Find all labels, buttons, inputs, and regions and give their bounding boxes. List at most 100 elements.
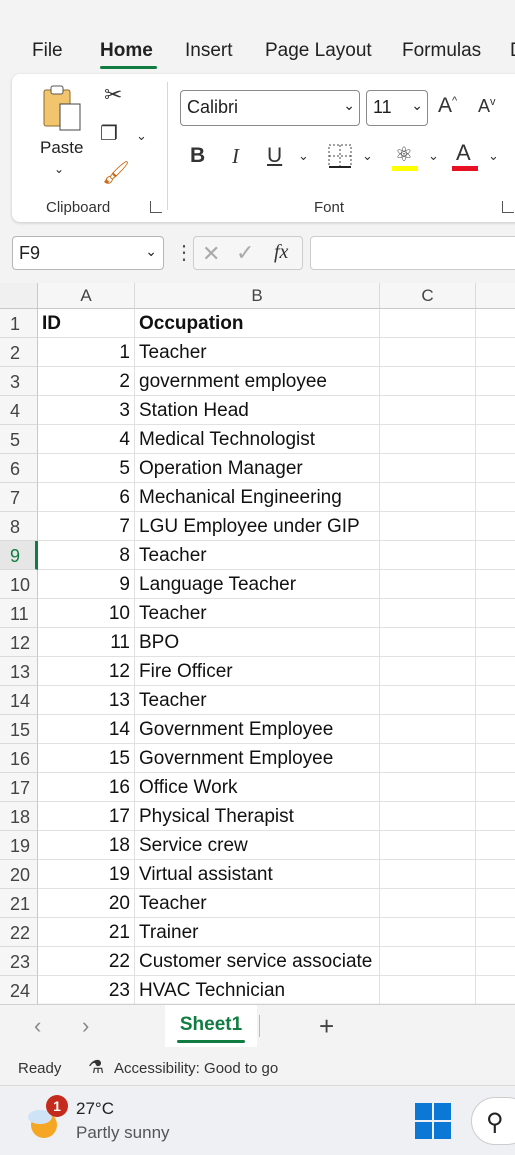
cell-a[interactable]: 16 bbox=[38, 773, 135, 802]
row-header[interactable]: 7 bbox=[0, 483, 38, 512]
cell-b[interactable]: government employee bbox=[135, 367, 380, 396]
font-launcher-icon[interactable] bbox=[502, 201, 514, 213]
cell-a[interactable]: 6 bbox=[38, 483, 135, 512]
row-header[interactable]: 14 bbox=[0, 686, 38, 715]
cell-a[interactable]: 15 bbox=[38, 744, 135, 773]
row-header[interactable]: 13 bbox=[0, 657, 38, 686]
cell-a[interactable]: 11 bbox=[38, 628, 135, 657]
paste-button[interactable]: Paste ⌄ bbox=[38, 84, 84, 184]
enter-icon[interactable]: ✓ bbox=[236, 240, 254, 266]
tab-home[interactable]: Home bbox=[100, 40, 153, 62]
row-header[interactable]: 18 bbox=[0, 802, 38, 831]
cell-a[interactable]: 2 bbox=[38, 367, 135, 396]
cell-d[interactable] bbox=[476, 425, 515, 454]
cell-c[interactable] bbox=[380, 976, 476, 1005]
cell-d[interactable] bbox=[476, 773, 515, 802]
cell-b[interactable]: Office Work bbox=[135, 773, 380, 802]
cell-a[interactable]: 18 bbox=[38, 831, 135, 860]
copy-dropdown-icon[interactable]: ⌄ bbox=[136, 128, 147, 144]
cell-c[interactable] bbox=[380, 657, 476, 686]
cell-b[interactable]: LGU Employee under GIP bbox=[135, 512, 380, 541]
cell-a[interactable]: 7 bbox=[38, 512, 135, 541]
sheet-tab[interactable]: Sheet1 bbox=[165, 1005, 257, 1047]
underline-button[interactable]: U bbox=[267, 144, 282, 168]
row-header[interactable]: 16 bbox=[0, 744, 38, 773]
cell-c[interactable] bbox=[380, 744, 476, 773]
cell-c[interactable] bbox=[380, 309, 476, 338]
cell-b[interactable]: Occupation bbox=[135, 309, 380, 338]
cell-c[interactable] bbox=[380, 425, 476, 454]
row-header[interactable]: 11 bbox=[0, 599, 38, 628]
cell-a[interactable]: 22 bbox=[38, 947, 135, 976]
cell-c[interactable] bbox=[380, 918, 476, 947]
copy-icon[interactable]: ❐ bbox=[100, 124, 118, 144]
row-header[interactable]: 5 bbox=[0, 425, 38, 454]
windows-start-icon[interactable] bbox=[415, 1103, 451, 1139]
cell-d[interactable] bbox=[476, 918, 515, 947]
row-header[interactable]: 17 bbox=[0, 773, 38, 802]
cell-b[interactable]: Government Employee bbox=[135, 715, 380, 744]
cell-c[interactable] bbox=[380, 599, 476, 628]
cell-d[interactable] bbox=[476, 976, 515, 1005]
cell-b[interactable]: Station Head bbox=[135, 396, 380, 425]
row-header[interactable]: 24 bbox=[0, 976, 38, 1005]
fill-color-dropdown-icon[interactable]: ⌄ bbox=[428, 148, 439, 164]
row-header[interactable]: 15 bbox=[0, 715, 38, 744]
accessibility-icon[interactable]: ⚗ bbox=[88, 1057, 104, 1078]
cell-b[interactable]: Teacher bbox=[135, 338, 380, 367]
font-size-select[interactable]: 11 ⌄ bbox=[366, 90, 428, 126]
tab-file[interactable]: File bbox=[32, 40, 63, 62]
bold-button[interactable]: B bbox=[190, 144, 205, 168]
cell-d[interactable] bbox=[476, 947, 515, 976]
cell-a[interactable]: 12 bbox=[38, 657, 135, 686]
cell-d[interactable] bbox=[476, 802, 515, 831]
cell-b[interactable]: Fire Officer bbox=[135, 657, 380, 686]
prev-sheet-icon[interactable]: ‹ bbox=[34, 1013, 41, 1039]
cell-a[interactable]: 9 bbox=[38, 570, 135, 599]
font-color-button[interactable]: A bbox=[452, 140, 478, 172]
cell-d[interactable] bbox=[476, 454, 515, 483]
cell-d[interactable] bbox=[476, 686, 515, 715]
cell-b[interactable]: Trainer bbox=[135, 918, 380, 947]
cell-c[interactable] bbox=[380, 686, 476, 715]
cell-d[interactable] bbox=[476, 309, 515, 338]
cell-b[interactable]: Teacher bbox=[135, 541, 380, 570]
row-header[interactable]: 12 bbox=[0, 628, 38, 657]
cell-d[interactable] bbox=[476, 657, 515, 686]
cell-d[interactable] bbox=[476, 715, 515, 744]
column-header-c[interactable]: C bbox=[380, 283, 476, 309]
insert-function-icon[interactable]: fx bbox=[274, 241, 288, 264]
cell-b[interactable]: Teacher bbox=[135, 599, 380, 628]
weather-widget[interactable]: 1 27°C Partly sunny bbox=[26, 1095, 206, 1147]
clipboard-launcher-icon[interactable] bbox=[150, 201, 162, 213]
shrink-font-button[interactable]: Av bbox=[478, 96, 496, 117]
cell-c[interactable] bbox=[380, 773, 476, 802]
cell-c[interactable] bbox=[380, 570, 476, 599]
cell-d[interactable] bbox=[476, 483, 515, 512]
cell-a[interactable]: 3 bbox=[38, 396, 135, 425]
cell-b[interactable]: Teacher bbox=[135, 686, 380, 715]
row-header[interactable]: 10 bbox=[0, 570, 38, 599]
cell-a[interactable]: 14 bbox=[38, 715, 135, 744]
row-header[interactable]: 22 bbox=[0, 918, 38, 947]
cell-a[interactable]: 4 bbox=[38, 425, 135, 454]
cell-a[interactable]: 21 bbox=[38, 918, 135, 947]
cell-d[interactable] bbox=[476, 541, 515, 570]
font-color-dropdown-icon[interactable]: ⌄ bbox=[488, 148, 499, 164]
formula-input[interactable] bbox=[310, 236, 515, 270]
column-header-d[interactable] bbox=[476, 283, 515, 309]
font-name-select[interactable]: Calibri ⌄ bbox=[180, 90, 360, 126]
cell-b[interactable]: Mechanical Engineering bbox=[135, 483, 380, 512]
cell-a[interactable]: 17 bbox=[38, 802, 135, 831]
cell-a[interactable]: ID bbox=[38, 309, 135, 338]
cell-b[interactable]: Virtual assistant bbox=[135, 860, 380, 889]
cell-d[interactable] bbox=[476, 860, 515, 889]
cell-b[interactable]: HVAC Technician bbox=[135, 976, 380, 1005]
cell-c[interactable] bbox=[380, 628, 476, 657]
cell-c[interactable] bbox=[380, 947, 476, 976]
cell-b[interactable]: Teacher bbox=[135, 889, 380, 918]
row-header[interactable]: 19 bbox=[0, 831, 38, 860]
cell-c[interactable] bbox=[380, 338, 476, 367]
cell-d[interactable] bbox=[476, 831, 515, 860]
italic-button[interactable]: I bbox=[232, 144, 239, 169]
